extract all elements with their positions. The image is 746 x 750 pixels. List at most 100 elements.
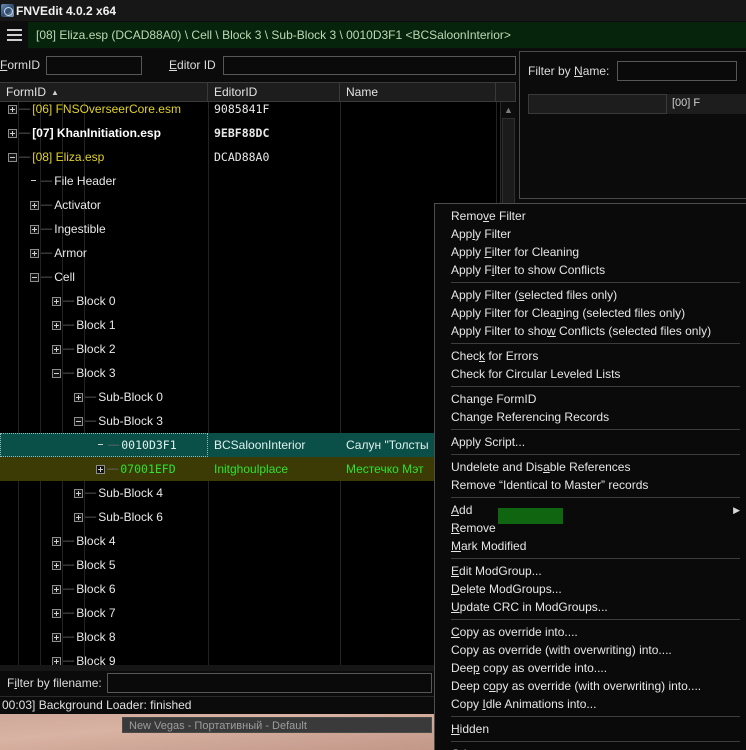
filter-by-name-input[interactable] xyxy=(617,61,738,81)
filter-by-filename-input[interactable] xyxy=(106,673,432,693)
tree-row[interactable]: –– Block 4 xyxy=(0,529,496,553)
tree-row-label: Block 5 xyxy=(76,558,116,572)
expand-icon[interactable] xyxy=(8,128,17,138)
expand-icon[interactable] xyxy=(74,488,83,498)
expand-icon[interactable] xyxy=(74,512,83,522)
expand-icon[interactable] xyxy=(52,608,61,618)
tree-row[interactable]: –– File Header xyxy=(0,169,496,193)
menu-item[interactable]: Copy Idle Animations into... xyxy=(435,695,746,713)
collapse-icon[interactable] xyxy=(30,272,39,282)
menu-item-accelerator: H xyxy=(451,722,460,736)
expand-icon[interactable] xyxy=(52,656,61,665)
menu-item[interactable]: Deep copy as override (with overwriting)… xyxy=(435,677,746,695)
expand-icon[interactable] xyxy=(52,536,61,546)
tree-row[interactable]: –– [07] KhanInitiation.esp 9EBF88DC xyxy=(0,121,496,145)
tree-row[interactable]: –– Sub-Block 0 xyxy=(0,385,496,409)
menu-item[interactable]: Change FormID xyxy=(435,390,746,408)
tree-row[interactable]: –– Sub-Block 6 xyxy=(0,505,496,529)
collapse-icon[interactable] xyxy=(74,416,83,426)
tree-row[interactable]: –– Sub-Block 4 xyxy=(0,481,496,505)
tree-row[interactable]: –– Block 1 xyxy=(0,313,496,337)
expand-icon[interactable] xyxy=(30,248,39,258)
expand-icon[interactable] xyxy=(8,104,17,114)
menu-item[interactable]: Edit ModGroup... xyxy=(435,562,746,580)
expand-icon[interactable] xyxy=(30,224,39,234)
menu-item[interactable]: Apply Filter for Cleaning xyxy=(435,243,746,261)
column-header-name[interactable]: Name xyxy=(340,83,496,101)
menu-item[interactable]: Change Referencing Records xyxy=(435,408,746,426)
collapse-icon[interactable] xyxy=(52,368,61,378)
tree-leaf-icon xyxy=(30,177,39,186)
menu-item[interactable]: Hidden xyxy=(435,720,746,738)
tree-row[interactable]: –– Block 6 xyxy=(0,577,496,601)
menu-item-accelerator: R xyxy=(451,521,460,535)
menu-item[interactable]: Deep copy as override into.... xyxy=(435,659,746,677)
expand-icon[interactable] xyxy=(52,632,61,642)
menu-item[interactable]: Undelete and Disable References xyxy=(435,458,746,476)
expand-icon[interactable] xyxy=(96,464,105,474)
tree-row[interactable]: –– Cell xyxy=(0,265,496,289)
menu-item[interactable]: Apply Filter for Cleaning (selected file… xyxy=(435,304,746,322)
tree-row-label: Block 3 xyxy=(76,366,116,380)
menu-separator xyxy=(435,555,746,562)
menu-item[interactable]: Apply Filter (selected files only) xyxy=(435,286,746,304)
menu-item[interactable]: Add ▶ xyxy=(435,501,746,519)
expand-icon[interactable] xyxy=(52,584,61,594)
menu-item[interactable]: Remove Filter xyxy=(435,207,746,225)
menu-item[interactable]: Apply Filter to show Conflicts (selected… xyxy=(435,322,746,340)
editorid-label: Editor ID xyxy=(169,58,216,72)
filter-by-filename-bar: Filter by filename: xyxy=(0,671,436,695)
menu-item-accelerator: g xyxy=(479,392,487,406)
column-header-extra xyxy=(496,83,516,101)
tree-row[interactable]: –– 0010D3F1 BCSaloonInterior Салун "Толсты xyxy=(0,433,496,457)
menu-item[interactable]: Delete ModGroups... xyxy=(435,580,746,598)
tree-row[interactable]: –– Armor xyxy=(0,241,496,265)
tree-row[interactable]: –– Block 5 xyxy=(0,553,496,577)
tree-row[interactable]: –– Block 3 xyxy=(0,361,496,385)
tree-row[interactable]: –– 07001EFD Initghoulplace Местечко Мэт xyxy=(0,457,496,481)
tree-row-label: Ingestible xyxy=(54,222,106,236)
tree-row[interactable]: –– Block 2 xyxy=(0,337,496,361)
column-header-editorid[interactable]: EditorID xyxy=(208,83,340,101)
tree-row[interactable]: –– [06] FNSOverseerCore.esm 9085841F xyxy=(0,102,496,121)
expand-icon[interactable] xyxy=(52,320,61,330)
collapse-icon[interactable] xyxy=(8,152,17,162)
menu-item[interactable]: Copy as override into.... xyxy=(435,623,746,641)
column-header-formid[interactable]: FormID ▲ xyxy=(0,83,208,101)
menu-item[interactable]: Remove “Identical to Master” records xyxy=(435,476,746,494)
expand-icon[interactable] xyxy=(52,344,61,354)
menu-item-accelerator: g xyxy=(479,410,487,424)
tree-row[interactable]: –– Block 7 xyxy=(0,601,496,625)
tree-row[interactable]: –– Block 0 xyxy=(0,289,496,313)
expand-icon[interactable] xyxy=(74,392,83,402)
menu-item[interactable]: Check for Errors xyxy=(435,347,746,365)
editorid-input[interactable] xyxy=(222,55,516,75)
scroll-up-icon[interactable]: ▲ xyxy=(501,102,516,118)
formid-input[interactable] xyxy=(46,55,143,75)
tree-row[interactable]: –– Activator xyxy=(0,193,496,217)
menu-item[interactable]: Apply Filter xyxy=(435,225,746,243)
tree-row[interactable]: –– Sub-Block 3 xyxy=(0,409,496,433)
tree-row-label: [06] FNSOverseerCore.esm xyxy=(32,102,181,116)
menu-item[interactable]: Check for Circular Leveled Lists xyxy=(435,365,746,383)
navigation-bar: [08] Eliza.esp (DCAD88A0) \ Cell \ Block… xyxy=(0,21,746,49)
tree-row[interactable]: –– Block 8 xyxy=(0,625,496,649)
tree-row[interactable]: –– Block 9 xyxy=(0,649,496,665)
hamburger-icon[interactable] xyxy=(0,21,28,49)
context-menu[interactable]: Remove Filter Apply Filter Apply Filter fo… xyxy=(434,203,746,750)
tree-row-label: File Header xyxy=(54,174,117,188)
menu-item[interactable]: Update CRC in ModGroups... xyxy=(435,598,746,616)
menu-item[interactable]: Remove xyxy=(435,519,746,537)
menu-item[interactable]: Apply Filter to show Conflicts xyxy=(435,261,746,279)
menu-item[interactable]: Mark Modified xyxy=(435,537,746,555)
menu-item[interactable]: Other▶ xyxy=(435,745,746,750)
tree-row[interactable]: –– [08] Eliza.esp DCAD88A0 xyxy=(0,145,496,169)
menu-item[interactable]: Apply Script... xyxy=(435,433,746,451)
expand-icon[interactable] xyxy=(30,200,39,210)
right-grid-column-plugin[interactable]: [00] F xyxy=(666,94,746,114)
expand-icon[interactable] xyxy=(52,560,61,570)
expand-icon[interactable] xyxy=(52,296,61,306)
tree-row[interactable]: –– Ingestible xyxy=(0,217,496,241)
menu-item[interactable]: Copy as override (with overwriting) into… xyxy=(435,641,746,659)
title-bar: FNVEdit 4.0.2 x64 xyxy=(0,0,746,21)
